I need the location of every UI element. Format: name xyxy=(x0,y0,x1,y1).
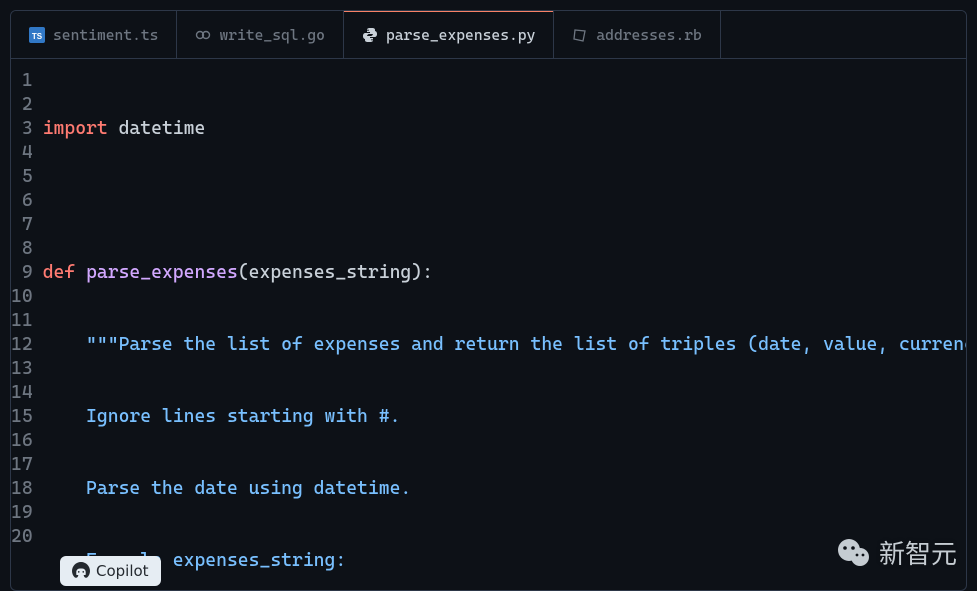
keyword: import xyxy=(43,118,108,139)
tab-addresses[interactable]: addresses.rb xyxy=(554,11,720,58)
function-name: parse_expenses xyxy=(86,262,238,283)
copilot-icon xyxy=(72,562,90,580)
tab-label: write_sql.go xyxy=(219,26,324,44)
watermark-text: 新智元 xyxy=(879,534,957,571)
tab-writesql[interactable]: write_sql.go xyxy=(177,11,343,58)
typescript-icon: TS xyxy=(29,27,45,43)
code-content[interactable]: import datetime def parse_expenses(expen… xyxy=(43,59,967,590)
go-icon xyxy=(195,27,211,43)
tab-label: parse_expenses.py xyxy=(386,26,535,44)
copilot-label: Copilot xyxy=(96,562,149,580)
wechat-icon xyxy=(835,535,871,571)
tab-label: addresses.rb xyxy=(596,26,701,44)
copilot-button[interactable]: Copilot xyxy=(60,556,161,586)
svg-text:TS: TS xyxy=(32,32,43,41)
keyword: def xyxy=(43,262,76,283)
line-gutter: 1234567891011121314151617181920 xyxy=(11,59,43,590)
module-name: datetime xyxy=(119,118,206,139)
signature: (expenses_string): xyxy=(238,262,433,283)
docstring: """Parse the list of expenses and return… xyxy=(43,334,967,355)
editor-frame: TS sentiment.ts write_sql.go parse_expen… xyxy=(10,10,967,591)
tab-sentiment[interactable]: TS sentiment.ts xyxy=(11,11,177,58)
docstring: Ignore lines starting with #. xyxy=(43,406,401,427)
code-area: 1234567891011121314151617181920 import d… xyxy=(11,59,966,590)
watermark: 新智元 xyxy=(835,534,957,571)
tab-parseexpenses[interactable]: parse_expenses.py xyxy=(344,11,554,58)
tab-label: sentiment.ts xyxy=(53,26,158,44)
python-icon xyxy=(362,27,378,43)
tab-bar: TS sentiment.ts write_sql.go parse_expen… xyxy=(11,11,966,59)
docstring: Parse the date using datetime. xyxy=(43,478,412,499)
ruby-icon xyxy=(572,27,588,43)
